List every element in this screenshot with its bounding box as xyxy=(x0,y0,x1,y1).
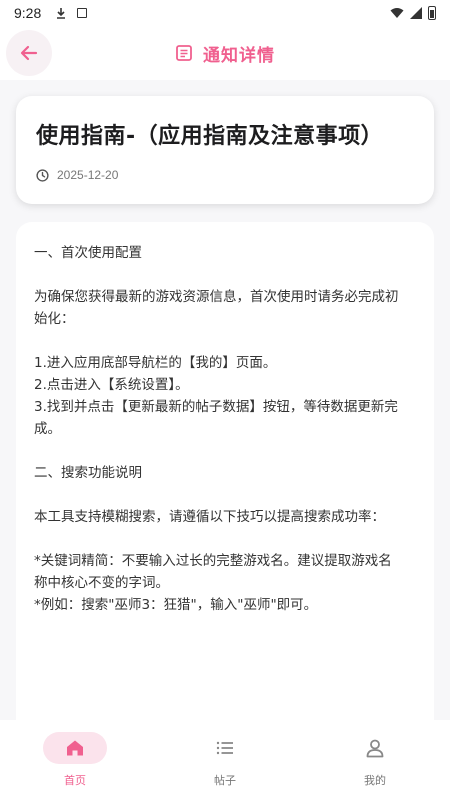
list-icon xyxy=(216,741,233,755)
content-line: 2.点击进入【系统设置】。 xyxy=(34,377,189,393)
page-title: 通知详情 xyxy=(203,45,275,66)
content-line: 成。 xyxy=(34,421,61,437)
content-line: *关键词精简：不要输入过长的完整游戏名。建议提取游戏名 xyxy=(34,553,392,569)
content-line: 二、搜索功能说明 xyxy=(34,465,142,481)
document-icon xyxy=(176,45,192,61)
signal-icon xyxy=(410,7,422,19)
status-bar: 9:28 xyxy=(0,0,450,26)
nav-label: 我的 xyxy=(364,774,386,787)
nav-label: 帖子 xyxy=(214,774,236,787)
notice-date: 2025-12-20 xyxy=(57,168,119,182)
notice-title: 使用指南-（应用指南及注意事项） xyxy=(36,124,384,149)
notice-date-row: 2025-12-20 xyxy=(36,168,414,182)
status-time: 9:28 xyxy=(14,5,42,21)
bottom-nav: 首页 帖子 我的 xyxy=(0,720,450,800)
content-line xyxy=(34,528,416,550)
nav-icon-container xyxy=(343,732,407,764)
status-left-icons xyxy=(55,7,88,19)
nav-item-posts[interactable]: 帖子 xyxy=(150,732,300,788)
screenshot-icon xyxy=(77,8,88,18)
nav-item-profile[interactable]: 我的 xyxy=(300,732,450,788)
download-icon xyxy=(57,8,66,19)
home-icon xyxy=(67,740,83,756)
nav-label: 首页 xyxy=(64,774,86,787)
nav-icon-container xyxy=(43,732,107,764)
content-line xyxy=(34,330,416,352)
content-line: 本工具支持模糊搜索，请遵循以下技巧以提高搜索成功率： xyxy=(34,509,385,525)
notice-title-card: 使用指南-（应用指南及注意事项） 2025-12-20 xyxy=(16,96,434,204)
content-line: *例如：搜索"巫师3：狂猎"，输入"巫师"即可。 xyxy=(34,597,318,613)
arrow-left-icon xyxy=(20,45,38,61)
profile-icon xyxy=(366,739,384,758)
back-button[interactable] xyxy=(6,30,52,76)
clock-icon xyxy=(36,168,49,182)
content-line xyxy=(34,440,416,462)
header-title-group: 通知详情 xyxy=(175,41,275,66)
wifi-icon xyxy=(390,8,404,18)
content-line: 为确保您获得最新的游戏资源信息，首次使用时请务必完成初 xyxy=(34,289,399,305)
content-line xyxy=(34,484,416,506)
content-line xyxy=(34,264,416,286)
notice-content[interactable]: 一、首次使用配置 为确保您获得最新的游戏资源信息，首次使用时请务必完成初 始化：… xyxy=(16,222,434,742)
content-line: 3.找到并点击【更新最新的帖子数据】按钮，等待数据更新完 xyxy=(34,399,398,415)
content-line: 称中核心不变的字词。 xyxy=(34,575,169,591)
nav-icon-container xyxy=(193,732,257,764)
status-right-icons xyxy=(390,6,436,20)
content-line: 1.进入应用底部导航栏的【我的】页面。 xyxy=(34,355,277,371)
battery-icon xyxy=(428,6,436,20)
nav-item-home[interactable]: 首页 xyxy=(0,732,150,788)
content-line: 一、首次使用配置 xyxy=(34,245,142,261)
app-header: 通知详情 xyxy=(0,26,450,80)
content-line: 始化： xyxy=(34,311,75,327)
